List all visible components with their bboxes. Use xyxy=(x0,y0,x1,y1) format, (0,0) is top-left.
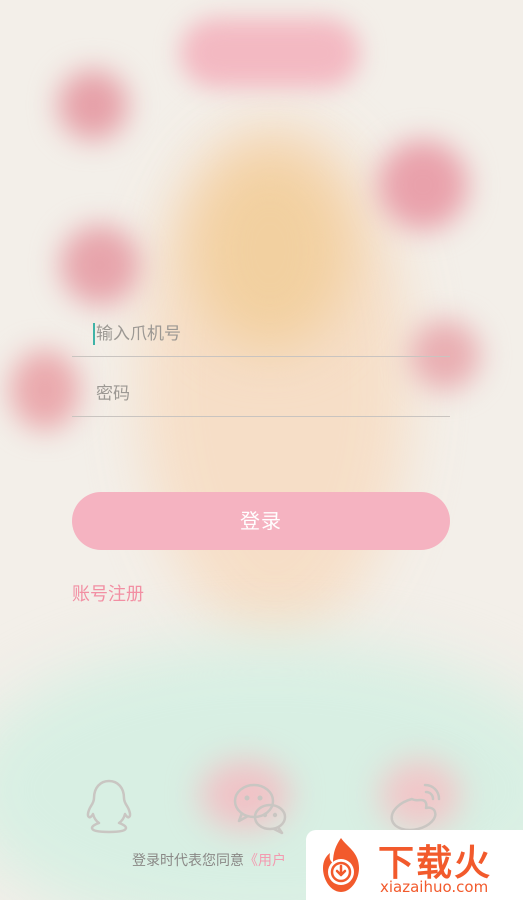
watermark: 下载火 xiazaihuo.com xyxy=(306,830,523,900)
fire-logo-icon xyxy=(323,838,359,892)
password-field[interactable] xyxy=(72,372,450,417)
qq-icon[interactable] xyxy=(77,775,141,839)
agreement-link[interactable]: 《用户 xyxy=(244,853,286,869)
bg-top-blur xyxy=(180,18,360,88)
bg-flower-blur xyxy=(60,225,140,305)
agreement-text: 登录时代表您同意《用户 xyxy=(132,850,286,870)
password-input[interactable] xyxy=(94,372,438,416)
wechat-icon[interactable] xyxy=(228,775,292,839)
bg-flower-blur xyxy=(10,350,80,430)
phone-field[interactable] xyxy=(72,312,450,357)
bg-flower-blur xyxy=(58,70,128,140)
bg-flower-blur xyxy=(378,140,468,230)
watermark-url: xiazaihuo.com xyxy=(380,878,489,896)
login-button[interactable]: 登录 xyxy=(72,492,450,550)
agreement-prefix: 登录时代表您同意 xyxy=(132,853,244,869)
phone-input[interactable] xyxy=(94,312,438,356)
register-link[interactable]: 账号注册 xyxy=(72,580,144,606)
blurred-background xyxy=(0,0,523,900)
